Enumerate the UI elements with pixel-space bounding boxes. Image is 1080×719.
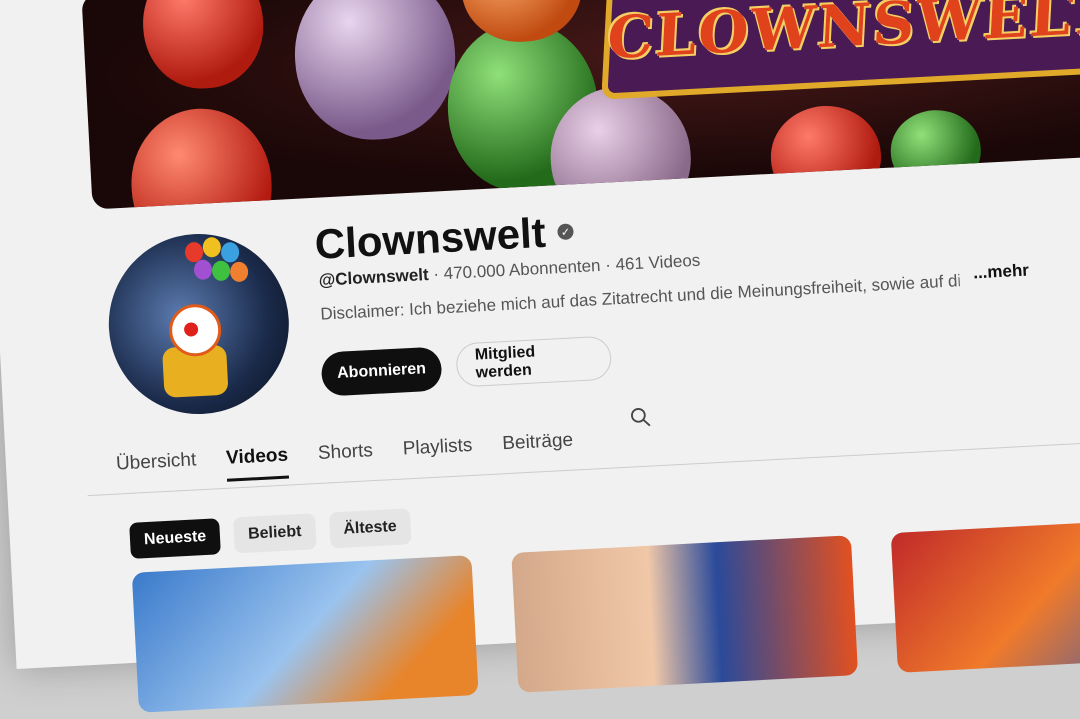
balloon-image — [139, 0, 267, 92]
verified-check-icon: ✓ — [557, 223, 574, 241]
banner-sign: CLOWNSWELT — [601, 0, 1080, 100]
balloon-image — [888, 107, 983, 193]
search-icon[interactable] — [629, 405, 652, 428]
channel-handle: @Clownswelt — [318, 264, 430, 290]
balloon-image — [290, 0, 460, 144]
channel-banner: CLOWNSWELT — [81, 0, 1080, 210]
chip-oldest[interactable]: Älteste — [328, 508, 412, 549]
sort-chips: Neueste Beliebt Älteste — [129, 508, 412, 559]
tab-posts[interactable]: Beiträge — [502, 430, 574, 468]
avatar-balloon — [211, 260, 231, 282]
avatar-balloon — [229, 261, 249, 283]
avatar-balloon — [193, 259, 213, 281]
avatar-balloon — [220, 241, 240, 263]
subscribe-button[interactable]: Abonnieren — [320, 346, 443, 397]
tab-playlists[interactable]: Playlists — [402, 435, 473, 473]
banner-sign-text: CLOWNSWELT — [605, 0, 1080, 73]
join-membership-button[interactable]: Mitglied werden — [455, 335, 613, 388]
avatar-balloon — [202, 236, 222, 258]
video-thumbnail[interactable] — [131, 555, 479, 713]
video-thumbnail[interactable] — [511, 535, 859, 693]
channel-avatar[interactable] — [104, 229, 294, 419]
tab-videos[interactable]: Videos — [226, 445, 290, 482]
chip-popular[interactable]: Beliebt — [233, 513, 317, 554]
tab-overview[interactable]: Übersicht — [115, 449, 197, 487]
tab-shorts[interactable]: Shorts — [317, 440, 374, 477]
video-count: 461 Videos — [615, 250, 701, 275]
chip-newest[interactable]: Neueste — [129, 518, 222, 559]
balloon-image — [768, 103, 884, 209]
browser-screen: CLOWNSWELT Clownswelt ✓ @Clownswelt · 47… — [0, 0, 1080, 713]
video-thumbnail[interactable] — [890, 517, 1080, 673]
channel-tabs: Übersicht Videos Shorts Playlists Beiträ… — [115, 430, 574, 488]
balloon-image — [127, 105, 276, 210]
more-link[interactable]: ...mehr — [973, 261, 1030, 284]
